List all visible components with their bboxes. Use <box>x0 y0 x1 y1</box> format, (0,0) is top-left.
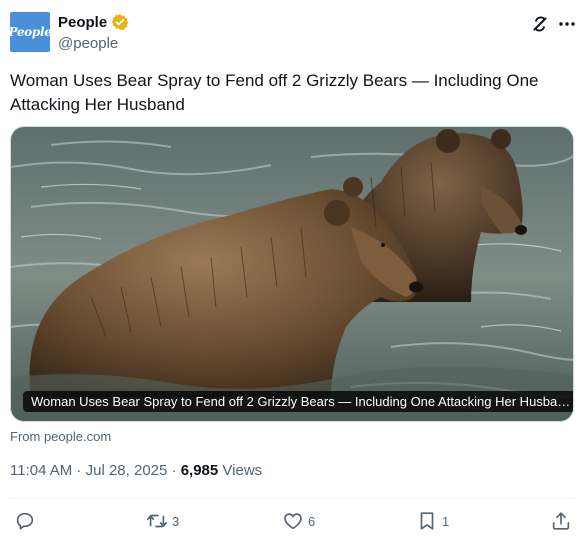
handle[interactable]: @people <box>58 35 118 52</box>
tweet[interactable]: People People @people Woman Uses Bear Sp… <box>0 0 583 540</box>
card-image <box>11 127 573 421</box>
link-card[interactable]: Woman Uses Bear Spray to Fend off 2 Griz… <box>10 126 574 422</box>
heart-icon <box>284 513 302 530</box>
retweet-icon <box>147 514 167 528</box>
card-source[interactable]: From people.com <box>10 429 111 444</box>
display-name[interactable]: People <box>58 14 107 31</box>
divider <box>10 498 574 499</box>
more-options-icon[interactable] <box>557 14 577 34</box>
meta-separator: · <box>72 462 86 479</box>
card-caption: Woman Uses Bear Spray to Fend off 2 Griz… <box>23 391 573 412</box>
tweet-text: Woman Uses Bear Spray to Fend off 2 Griz… <box>10 71 539 114</box>
views-label: Views <box>222 462 263 479</box>
avatar[interactable]: People <box>8 12 52 52</box>
tweet-time[interactable]: 11:04 AM <box>10 462 72 479</box>
meta-separator: · <box>167 462 181 479</box>
avatar-logo-text: People <box>8 25 52 39</box>
views-count: 6,985 <box>180 462 219 479</box>
reply-button[interactable] <box>14 510 40 532</box>
bookmark-icon <box>420 512 434 530</box>
tweet-date[interactable]: Jul 28, 2025 <box>86 462 168 479</box>
tweet-meta: 11:04 AM · Jul 28, 2025 · 6,985 Views <box>10 462 262 479</box>
verified-badge-icon <box>111 14 129 31</box>
like-count: 6 <box>308 513 316 529</box>
grok-icon[interactable] <box>530 14 550 34</box>
share-icon <box>552 512 570 530</box>
author-name-row: People <box>58 13 129 31</box>
bookmark-button[interactable]: 1 <box>416 510 449 532</box>
share-button[interactable] <box>550 510 576 532</box>
like-button[interactable]: 6 <box>282 510 315 532</box>
bookmark-count: 1 <box>442 513 450 529</box>
retweet-button[interactable]: 3 <box>146 510 179 532</box>
action-bar: 3 6 1 <box>0 510 583 536</box>
reply-icon <box>16 512 34 530</box>
retweet-count: 3 <box>172 513 180 529</box>
